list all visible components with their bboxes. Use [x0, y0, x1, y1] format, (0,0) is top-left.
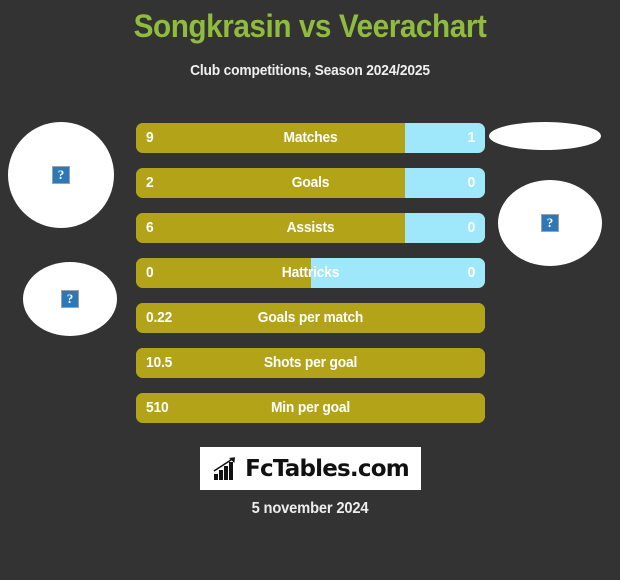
stat-label: Min per goal	[270, 399, 351, 416]
stat-bar: 10.5 Shots per goal	[136, 348, 485, 378]
broken-image-icon: ?	[52, 166, 70, 184]
stat-label: Goals per match	[257, 309, 364, 326]
stat-label: Assists	[286, 219, 335, 236]
stat-label: Matches	[283, 129, 338, 146]
stat-label: Shots per goal	[263, 354, 358, 371]
player-photo-right-secondary: ?	[498, 180, 602, 266]
stat-value-away: 0	[467, 219, 475, 236]
stat-value-away: 1	[467, 129, 475, 146]
stat-bar: 510 Min per goal	[136, 393, 485, 423]
stat-label: Goals	[291, 174, 330, 191]
match-date: 5 november 2024	[251, 500, 369, 517]
page-title: Songkrasin vs Veerachart	[133, 8, 487, 44]
broken-image-icon: ?	[541, 214, 559, 232]
player-photo-left-secondary: ?	[23, 262, 117, 336]
stat-bar: 0.22 Goals per match	[136, 303, 485, 333]
stat-label: Hattricks	[281, 264, 340, 281]
stat-bar: 9 Matches 1	[136, 123, 485, 153]
infographic-stage: Songkrasin vs Veerachart Club competitio…	[0, 0, 620, 580]
stat-bar: 2 Goals 0	[136, 168, 485, 198]
page-subtitle: Club competitions, Season 2024/2025	[190, 62, 430, 79]
broken-image-icon: ?	[61, 290, 79, 308]
player-photo-right-primary	[489, 122, 601, 150]
stat-bar-list: 9 Matches 1 2 Goals 0 6 Assists 0 0 Hattricks 0 0.22…	[136, 123, 485, 438]
player-photo-left-primary: ?	[8, 122, 114, 228]
stat-bar: 6 Assists 0	[136, 213, 485, 243]
stat-bar: 0 Hattricks 0	[136, 258, 485, 288]
fctables-logo-text: FcTables.com	[245, 455, 410, 482]
fctables-logo[interactable]: FcTables.com	[200, 447, 421, 490]
bar-chart-icon	[213, 456, 236, 480]
stat-value-away: 0	[467, 264, 475, 281]
stat-value-away: 0	[467, 174, 475, 191]
